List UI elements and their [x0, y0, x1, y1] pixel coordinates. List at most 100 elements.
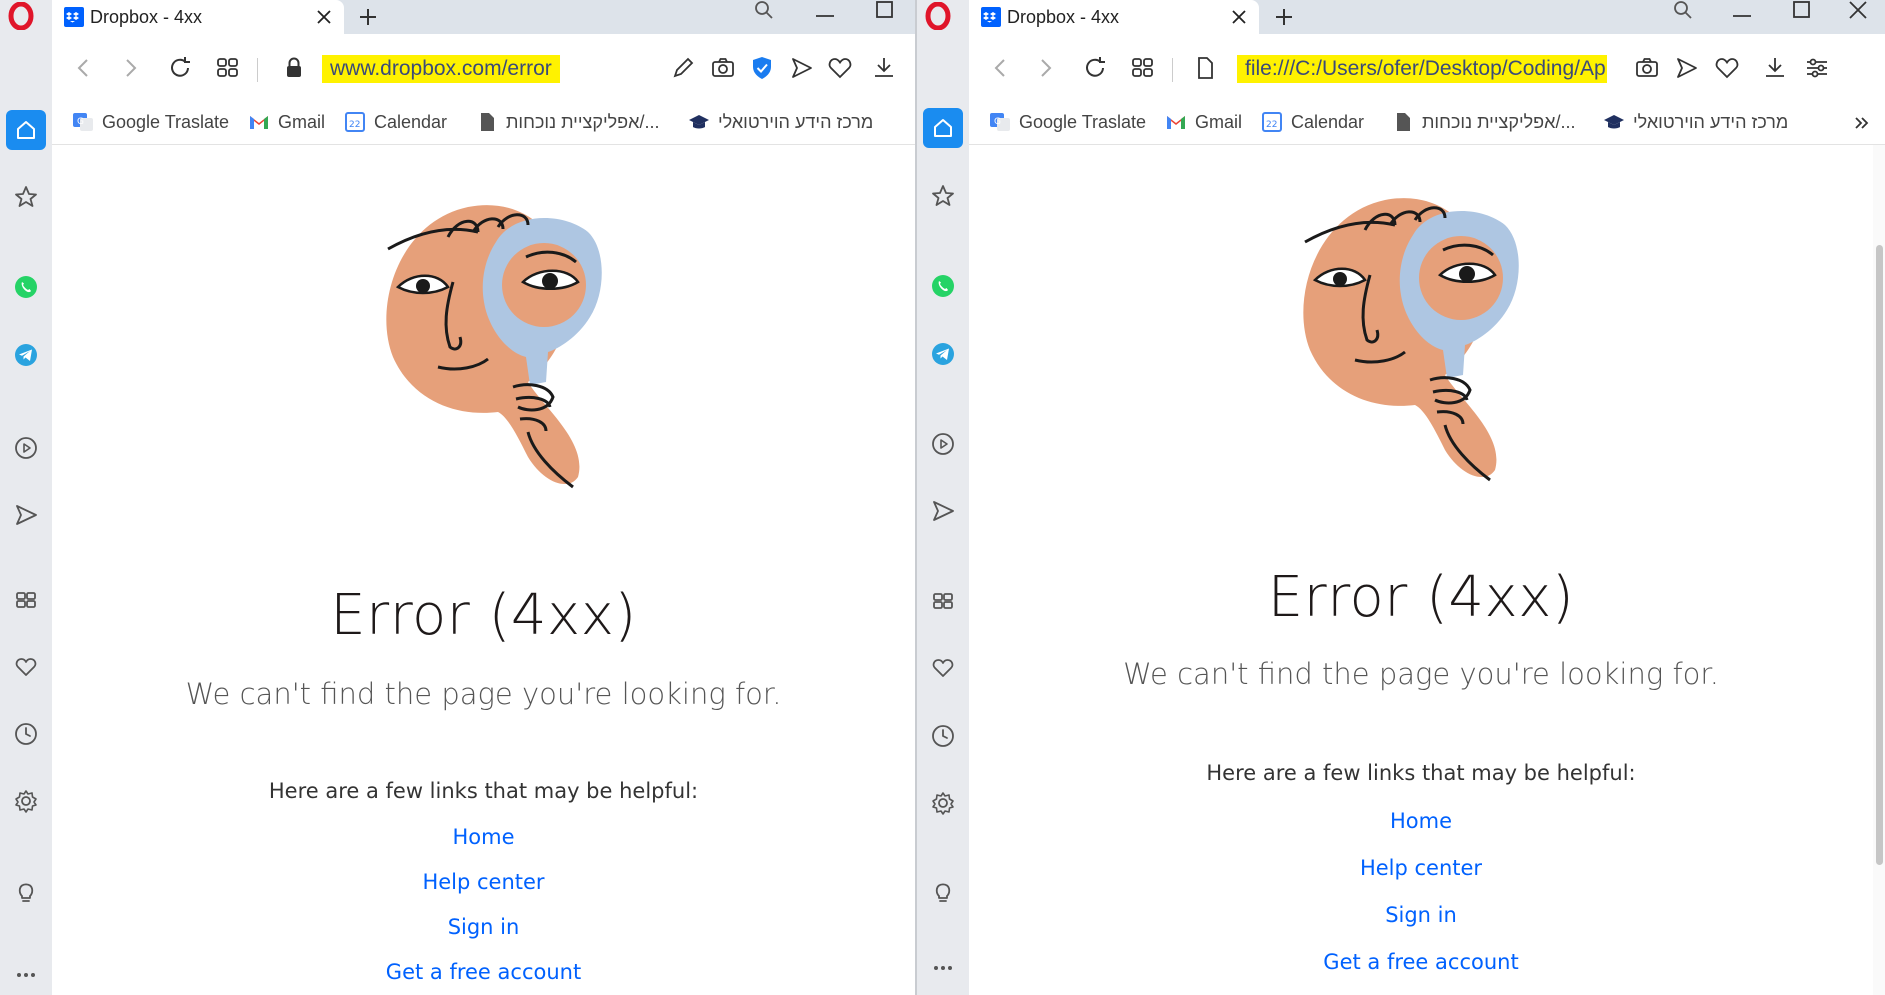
sidebar	[0, 0, 53, 995]
bookmark-knowledge-center[interactable]: מרכז הידע הוירטואלי	[1603, 108, 1788, 136]
chevron-double-right-icon[interactable]	[1851, 112, 1873, 134]
svg-text:22: 22	[349, 120, 360, 130]
bookmark-google-translate[interactable]: G Google Traslate	[72, 108, 229, 136]
bookmark-gmail[interactable]: Gmail	[1165, 108, 1242, 136]
settings-gear-icon[interactable]	[923, 783, 963, 823]
whatsapp-icon[interactable]	[923, 266, 963, 306]
more-options-icon[interactable]	[6, 955, 46, 995]
url-field[interactable]: file:///C:/Users/ofer/Desktop/Coding/App	[1237, 54, 1607, 84]
back-icon[interactable]	[987, 54, 1015, 82]
minimize-icon[interactable]	[1729, 0, 1755, 24]
bookmark-calendar[interactable]: 22 Calendar	[1261, 108, 1364, 136]
star-icon[interactable]	[923, 176, 963, 216]
link-sign-in[interactable]: Sign in	[969, 903, 1873, 927]
tab-title: Dropbox - 4xx	[90, 6, 203, 27]
heart-icon[interactable]	[1713, 54, 1741, 82]
maximize-icon[interactable]	[1789, 0, 1815, 24]
shield-check-icon[interactable]	[748, 54, 776, 82]
separator	[1172, 58, 1173, 82]
link-home[interactable]: Home	[52, 825, 915, 849]
telegram-icon[interactable]	[923, 334, 963, 374]
send-arrow-icon[interactable]	[788, 54, 816, 82]
history-icon[interactable]	[6, 714, 46, 754]
link-sign-in[interactable]: Sign in	[52, 915, 915, 939]
close-tab-icon[interactable]	[1229, 7, 1249, 27]
link-help-center[interactable]: Help center	[52, 870, 915, 894]
link-get-free-account[interactable]: Get a free account	[52, 960, 915, 984]
graduation-cap-icon	[1604, 115, 1624, 129]
graduation-cap-icon	[689, 115, 709, 129]
search-icon[interactable]	[1671, 0, 1697, 24]
home-icon[interactable]	[6, 110, 46, 150]
workspaces-icon[interactable]	[923, 581, 963, 621]
reload-icon[interactable]	[166, 54, 194, 82]
star-icon[interactable]	[6, 177, 46, 217]
telegram-icon[interactable]	[6, 335, 46, 375]
help-text: Here are a few links that may be helpful…	[268, 779, 699, 803]
tab-dropbox[interactable]: Dropbox - 4xx	[52, 0, 344, 34]
home-icon[interactable]	[923, 108, 963, 148]
svg-text:22: 22	[1266, 120, 1277, 130]
bookmark-calendar[interactable]: 22 Calendar	[344, 108, 447, 136]
close-window-icon[interactable]	[1845, 0, 1871, 24]
back-icon[interactable]	[70, 54, 98, 82]
file-page-icon[interactable]	[1191, 54, 1219, 82]
url-field[interactable]: www.dropbox.com/error	[322, 54, 642, 84]
google-translate-icon: G	[73, 113, 93, 131]
new-tab-plus-icon[interactable]	[357, 6, 379, 28]
bookmark-gmail[interactable]: Gmail	[248, 108, 325, 136]
workspaces-icon[interactable]	[6, 580, 46, 620]
bookmark-label: Calendar	[374, 111, 448, 132]
dropbox-favicon-icon	[981, 7, 1001, 27]
forward-icon[interactable]	[116, 54, 144, 82]
tabs-grid-icon[interactable]	[1129, 54, 1157, 82]
download-icon[interactable]	[870, 54, 898, 82]
download-icon[interactable]	[1761, 54, 1789, 82]
player-icon[interactable]	[6, 428, 46, 468]
dropbox-favicon-icon	[64, 7, 84, 27]
lightbulb-icon[interactable]	[923, 872, 963, 912]
close-tab-icon[interactable]	[314, 7, 334, 27]
settings-gear-icon[interactable]	[6, 781, 46, 821]
document-icon	[1397, 113, 1410, 131]
easy-setup-sliders-icon[interactable]	[1803, 54, 1831, 82]
whatsapp-icon[interactable]	[6, 267, 46, 307]
bookmark-google-translate[interactable]: G Google Traslate	[989, 108, 1146, 136]
bookmark-label: אפליקציית נוכחות/...	[1422, 111, 1576, 132]
send-arrow-icon[interactable]	[1673, 54, 1701, 82]
bookmark-knowledge-center[interactable]: מרכז הידע הוירטואלי	[688, 108, 873, 136]
bookmark-attendance-app[interactable]: אפליקציית נוכחות/...	[1392, 108, 1575, 136]
heart-icon[interactable]	[826, 54, 854, 82]
lightbulb-icon[interactable]	[6, 872, 46, 912]
minimize-icon[interactable]	[812, 0, 838, 24]
link-help-center[interactable]: Help center	[969, 856, 1873, 880]
bookmark-attendance-app[interactable]: אפליקציית נוכחות/...	[476, 108, 659, 136]
camera-icon[interactable]	[709, 54, 737, 82]
camera-icon[interactable]	[1633, 54, 1661, 82]
heart-icon[interactable]	[923, 648, 963, 688]
send-icon[interactable]	[6, 495, 46, 535]
tabs-grid-icon[interactable]	[214, 54, 242, 82]
history-icon[interactable]	[923, 716, 963, 756]
tab-dropbox[interactable]: Dropbox - 4xx	[969, 0, 1259, 34]
maximize-icon[interactable]	[872, 0, 898, 24]
opera-logo-icon[interactable]	[924, 2, 952, 30]
send-icon[interactable]	[923, 491, 963, 531]
edit-icon[interactable]	[670, 54, 698, 82]
vertical-scrollbar[interactable]	[1873, 145, 1885, 995]
new-tab-plus-icon[interactable]	[1273, 6, 1295, 28]
link-get-free-account[interactable]: Get a free account	[969, 950, 1873, 974]
tab-bar: Dropbox - 4xx	[969, 0, 1885, 34]
reload-icon[interactable]	[1081, 54, 1109, 82]
link-home[interactable]: Home	[969, 809, 1873, 833]
heart-icon[interactable]	[6, 647, 46, 687]
error-illustration	[1303, 198, 1519, 482]
scrollbar-thumb[interactable]	[1876, 245, 1883, 865]
more-options-icon[interactable]	[923, 948, 963, 988]
opera-logo-icon[interactable]	[7, 2, 35, 30]
player-icon[interactable]	[923, 424, 963, 464]
lock-icon[interactable]	[280, 54, 308, 82]
bookmark-label: Calendar	[1291, 111, 1365, 132]
forward-icon[interactable]	[1031, 54, 1059, 82]
search-icon[interactable]	[752, 0, 778, 24]
